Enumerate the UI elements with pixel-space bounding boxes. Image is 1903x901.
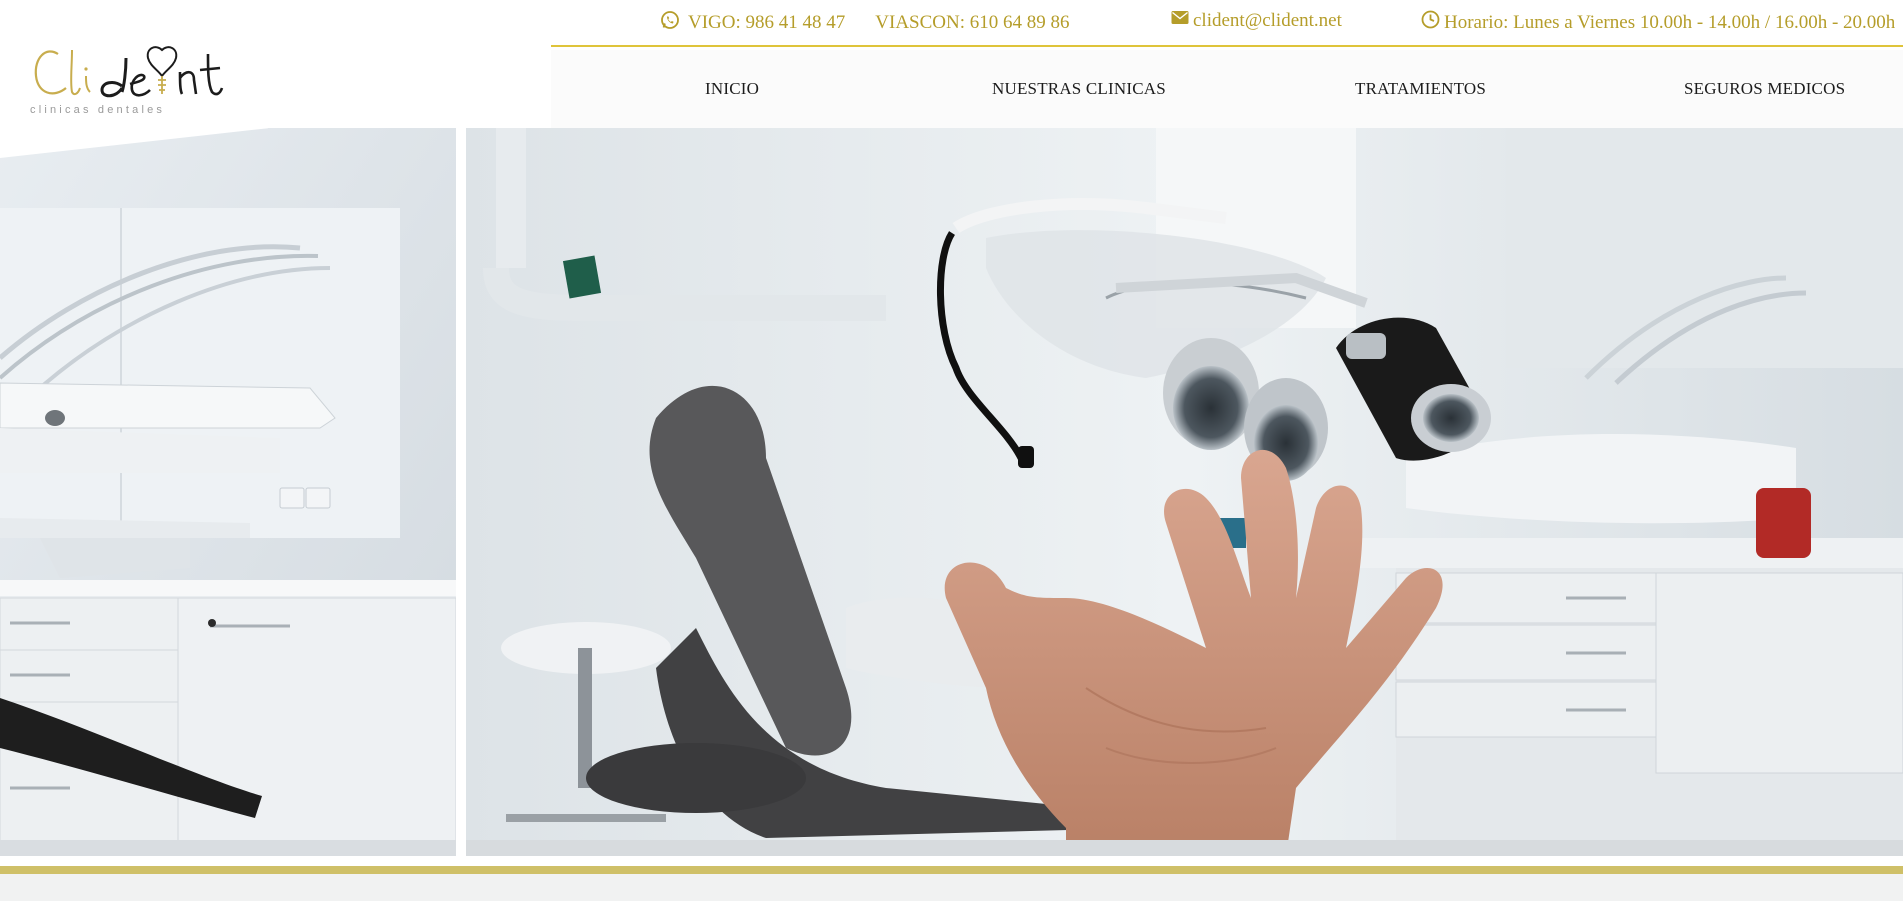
nav-inicio[interactable]: INICIO xyxy=(705,79,759,99)
nav-tratamientos[interactable]: TRATAMIENTOS xyxy=(1355,79,1486,99)
main-navigation: INICIO NUESTRAS CLINICAS TRATAMIENTOS SE… xyxy=(551,50,1903,128)
nav-nuestras-clinicas[interactable]: NUESTRAS CLINICAS xyxy=(992,79,1166,99)
vigo-phone[interactable]: VIGO: 986 41 48 47 xyxy=(688,12,845,34)
hero-bottom-gap xyxy=(0,856,1903,866)
viascon-phone[interactable]: VIASCON: 610 64 89 86 xyxy=(875,12,1069,34)
nav-seguros-medicos[interactable]: SEGUROS MEDICOS xyxy=(1684,79,1845,99)
email-link[interactable]: clident@clident.net xyxy=(1193,10,1342,32)
clident-logo[interactable]: clinicas dentales xyxy=(28,36,248,120)
envelope-icon xyxy=(1171,10,1189,32)
hero-divider xyxy=(456,128,466,856)
svg-text:clinicas dentales: clinicas dentales xyxy=(30,104,165,116)
gold-divider xyxy=(551,45,1903,47)
email-contact: clident@clident.net xyxy=(1171,10,1342,32)
hero-image-dental-loupes xyxy=(466,128,1903,856)
phone-contacts: VIGO: 986 41 48 47 VIASCON: 610 64 89 86 xyxy=(660,10,1070,36)
logo-graphic: clinicas dentales xyxy=(30,46,224,116)
gold-accent-band xyxy=(0,866,1903,874)
hours-text: Horario: Lunes a Viernes 10.00h - 14.00h… xyxy=(1444,11,1896,33)
clock-icon xyxy=(1421,10,1440,35)
content-section-start xyxy=(0,874,1903,901)
top-contact-bar: VIGO: 986 41 48 47 VIASCON: 610 64 89 86… xyxy=(0,0,1903,47)
opening-hours: Horario: Lunes a Viernes 10.00h - 14.00h… xyxy=(1421,10,1895,35)
whatsapp-icon xyxy=(660,10,680,36)
hero-image-clinic-room xyxy=(0,128,456,856)
